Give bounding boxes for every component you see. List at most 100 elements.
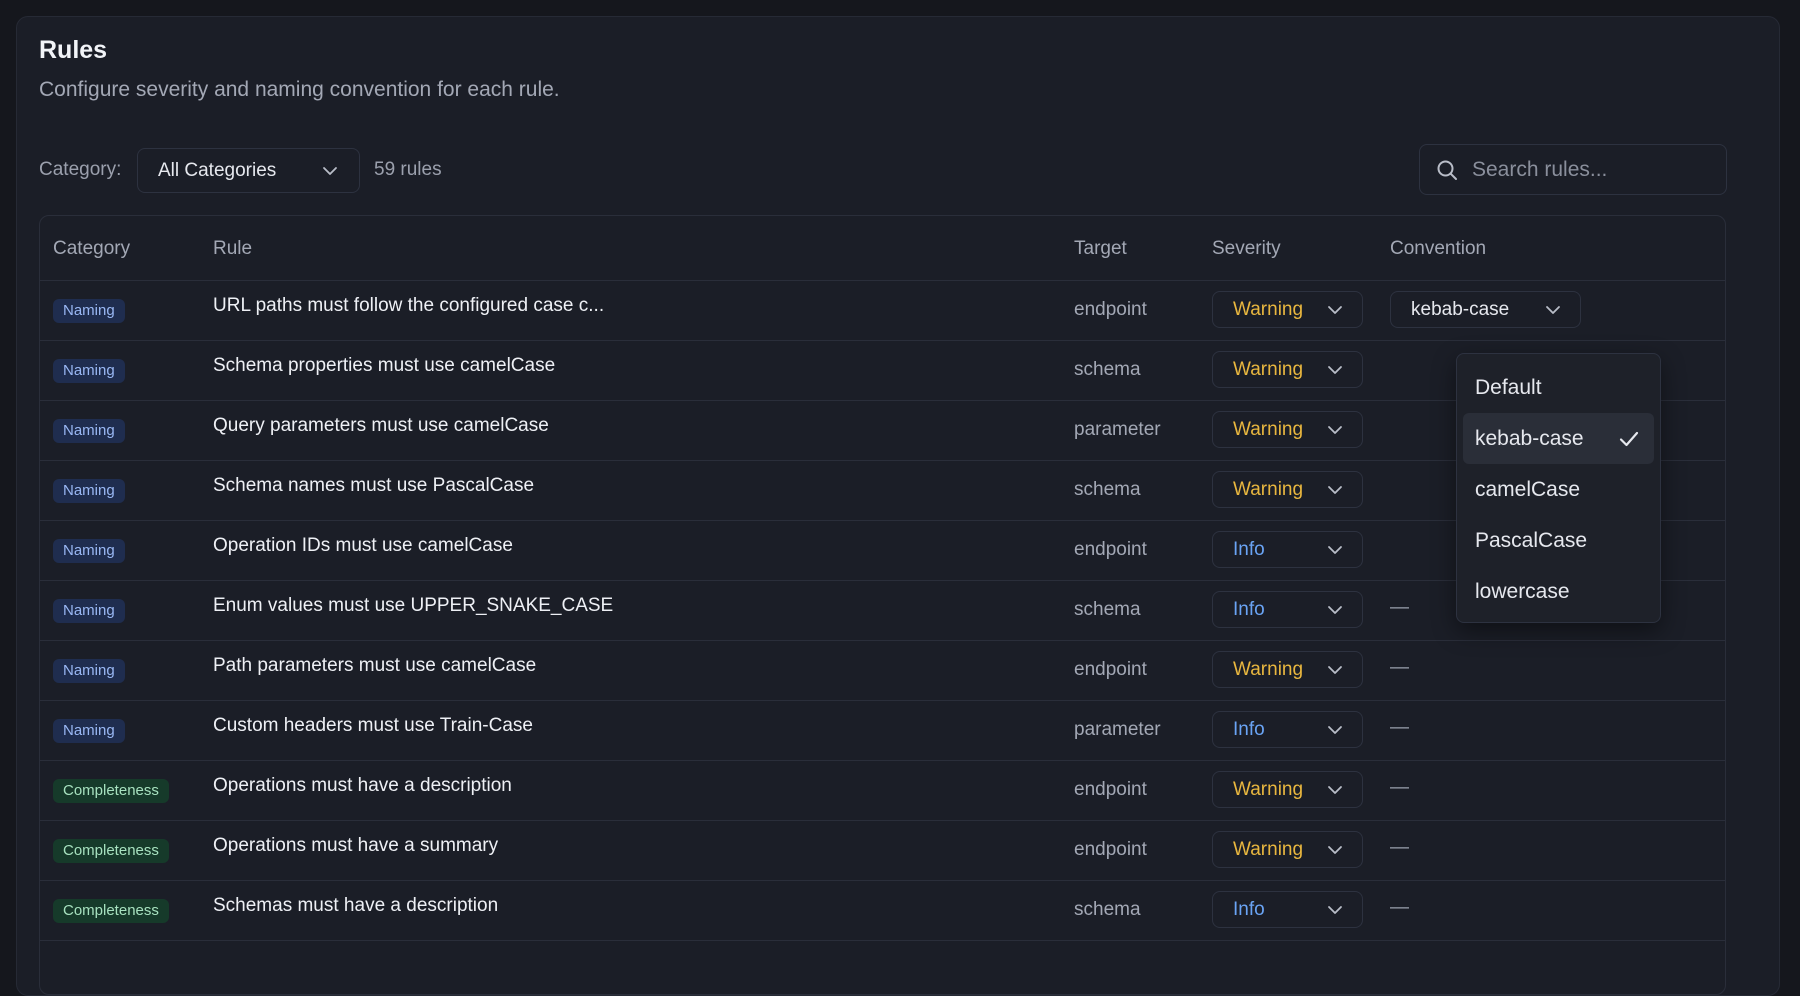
severity-select-value: Warning — [1233, 478, 1304, 500]
category-badge: Naming — [53, 419, 125, 443]
chevron-down-icon — [1326, 841, 1344, 859]
search-icon — [1436, 159, 1458, 181]
severity-select[interactable]: Info — [1212, 531, 1363, 568]
severity-cell: Info — [1212, 891, 1363, 928]
rule-name: Custom headers must use Train-Case — [213, 715, 533, 736]
category-cell: Completeness — [53, 779, 169, 803]
category-cell: Completeness — [53, 839, 169, 863]
severity-select-value: Info — [1233, 538, 1265, 560]
chevron-down-icon — [1326, 361, 1344, 379]
convention-option-pascalcase[interactable]: PascalCase — [1463, 515, 1654, 566]
severity-select[interactable]: Info — [1212, 591, 1363, 628]
severity-cell: Warning — [1212, 471, 1363, 508]
convention-select[interactable]: kebab-case — [1390, 291, 1581, 328]
severity-select[interactable]: Warning — [1212, 771, 1363, 808]
rule-target: parameter — [1074, 719, 1161, 740]
table-row: Naming URL paths must follow the configur… — [40, 281, 1725, 341]
severity-cell: Warning — [1212, 771, 1363, 808]
convention-option-lowercase[interactable]: lowercase — [1463, 566, 1654, 617]
severity-cell: Warning — [1212, 651, 1363, 688]
severity-cell: Warning — [1212, 291, 1363, 328]
column-header-rule[interactable]: Rule — [213, 238, 252, 260]
category-filter-label: Category: — [39, 159, 122, 180]
chevron-down-icon — [1326, 901, 1344, 919]
rule-name: Schema properties must use camelCase — [213, 355, 556, 376]
rule-name: Path parameters must use camelCase — [213, 655, 537, 676]
category-badge: Naming — [53, 299, 125, 323]
convention-empty: — — [1390, 717, 1409, 738]
search-input[interactable] — [1472, 157, 1702, 182]
convention-empty: — — [1390, 897, 1409, 918]
category-badge: Naming — [53, 719, 125, 743]
check-icon — [1618, 428, 1640, 450]
rule-target: endpoint — [1074, 299, 1147, 320]
option-label: kebab-case — [1475, 426, 1584, 450]
table-row: Completeness Schemas must have a descript… — [40, 881, 1725, 941]
rule-name: Operation IDs must use camelCase — [213, 535, 513, 556]
convention-option-kebab-case[interactable]: kebab-case — [1463, 413, 1654, 464]
severity-select-value: Warning — [1233, 418, 1304, 440]
severity-select[interactable]: Warning — [1212, 291, 1363, 328]
severity-select-value: Warning — [1233, 838, 1304, 860]
severity-select[interactable]: Warning — [1212, 351, 1363, 388]
severity-cell: Info — [1212, 531, 1363, 568]
chevron-down-icon — [1326, 481, 1344, 499]
chevron-down-icon — [1326, 601, 1344, 619]
convention-empty: — — [1390, 837, 1409, 858]
rule-target: endpoint — [1074, 839, 1147, 860]
severity-cell: Warning — [1212, 831, 1363, 868]
convention-option-camelcase[interactable]: camelCase — [1463, 464, 1654, 515]
column-header-target[interactable]: Target — [1074, 238, 1127, 260]
category-badge: Naming — [53, 359, 125, 383]
category-badge: Naming — [53, 479, 125, 503]
severity-select[interactable]: Warning — [1212, 831, 1363, 868]
chevron-down-icon — [1544, 301, 1562, 319]
column-header-convention[interactable]: Convention — [1390, 238, 1486, 260]
category-select[interactable]: All Categories — [137, 148, 360, 193]
rule-target: endpoint — [1074, 659, 1147, 680]
column-header-severity[interactable]: Severity — [1212, 238, 1281, 260]
category-badge: Completeness — [53, 899, 169, 923]
category-cell: Naming — [53, 419, 125, 443]
rule-name: Schemas must have a description — [213, 895, 499, 916]
category-cell: Naming — [53, 299, 125, 323]
category-cell: Naming — [53, 539, 125, 563]
search-box[interactable] — [1419, 144, 1727, 195]
convention-dropdown-menu: Default kebab-case camelCase PascalCase … — [1456, 353, 1661, 623]
category-badge: Naming — [53, 659, 125, 683]
rule-target: schema — [1074, 479, 1141, 500]
convention-empty: — — [1390, 777, 1409, 798]
rule-name: Operations must have a summary — [213, 835, 499, 856]
severity-select[interactable]: Info — [1212, 711, 1363, 748]
rule-target: parameter — [1074, 419, 1161, 440]
chevron-down-icon — [1326, 421, 1344, 439]
rule-target: endpoint — [1074, 539, 1147, 560]
rule-target: schema — [1074, 899, 1141, 920]
category-cell: Naming — [53, 479, 125, 503]
rule-name: Query parameters must use camelCase — [213, 415, 549, 436]
page-subtitle: Configure severity and naming convention… — [39, 78, 560, 101]
convention-empty: — — [1390, 657, 1409, 678]
convention-select-value: kebab-case — [1411, 298, 1510, 320]
convention-empty: — — [1390, 597, 1409, 618]
table-header: Category Rule Target Severity Convention — [40, 216, 1725, 281]
severity-cell: Info — [1212, 711, 1363, 748]
category-badge: Naming — [53, 539, 125, 563]
severity-select[interactable]: Warning — [1212, 411, 1363, 448]
option-label: Default — [1475, 375, 1542, 399]
category-select-value: All Categories — [158, 159, 277, 181]
table-row: Completeness Operations must have a descr… — [40, 761, 1725, 821]
severity-select[interactable]: Warning — [1212, 651, 1363, 688]
table-row: Naming Custom headers must use Train-Case… — [40, 701, 1725, 761]
chevron-down-icon — [1326, 721, 1344, 739]
severity-select-value: Info — [1233, 598, 1265, 620]
category-cell: Naming — [53, 599, 125, 623]
option-label: camelCase — [1475, 477, 1581, 501]
severity-select[interactable]: Info — [1212, 891, 1363, 928]
severity-select[interactable]: Warning — [1212, 471, 1363, 508]
convention-option-default[interactable]: Default — [1463, 362, 1654, 413]
chevron-down-icon — [1326, 541, 1344, 559]
severity-select-value: Info — [1233, 718, 1265, 740]
category-cell: Naming — [53, 359, 125, 383]
column-header-category[interactable]: Category — [53, 238, 130, 260]
